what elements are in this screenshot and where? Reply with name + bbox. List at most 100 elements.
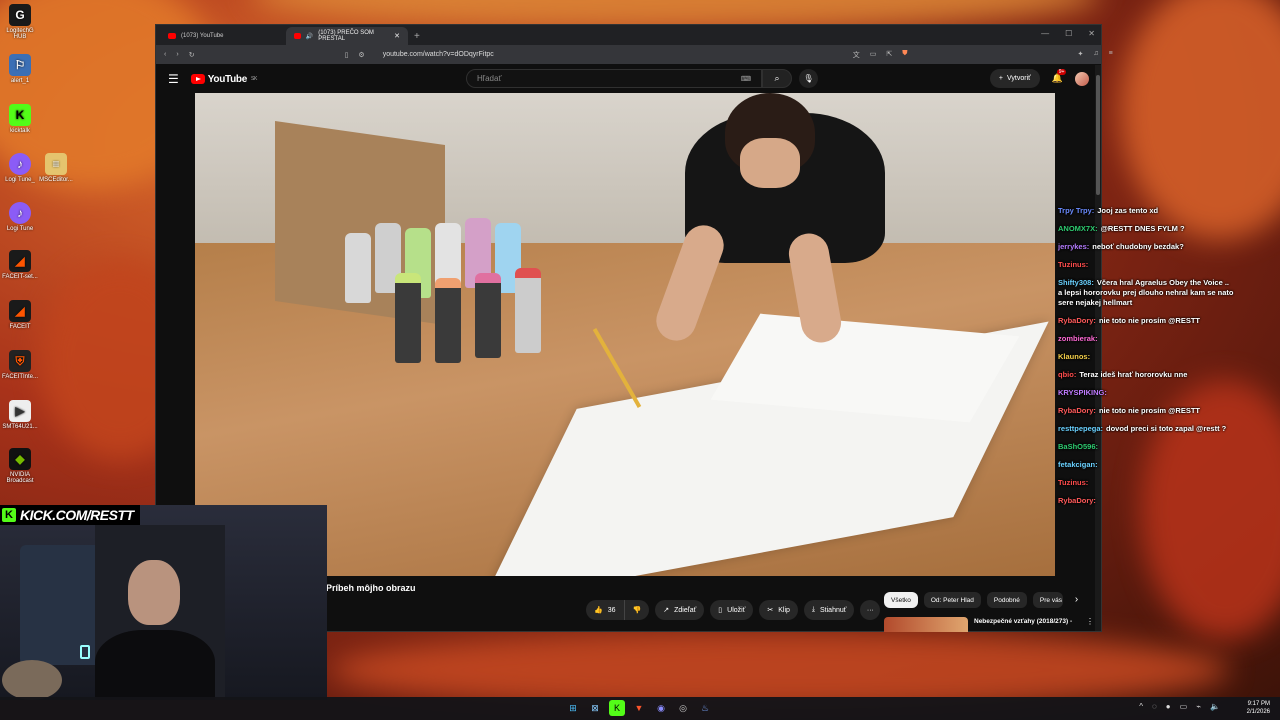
create-button[interactable]: + Vytvoriť [989,69,1040,88]
more-vert-icon[interactable]: ⋮ [1086,617,1094,632]
steam-icon[interactable]: ♨ [697,700,713,716]
chat-username[interactable]: Shifty308: [1058,278,1094,287]
chat-username[interactable]: resttpepega: [1058,424,1103,433]
back-icon[interactable]: ‹ [164,51,166,58]
tab-youtube-home[interactable]: (1073) YouTube [160,27,282,45]
windows-start-icon[interactable]: ⊞ [565,700,581,716]
display-icon[interactable]: ▭ [1180,702,1188,711]
mic-tray-icon[interactable]: ● [1166,702,1171,711]
forward-icon[interactable]: › [176,51,178,58]
chevron-right-icon[interactable]: › [1075,592,1078,608]
avatar[interactable] [1075,71,1089,86]
obs-icon[interactable]: ◎ [675,700,691,716]
volume-icon[interactable]: 🔈 [1210,702,1220,711]
desktop-icon-logitune-2[interactable]: ♪ Logi Tune [0,202,40,232]
bookmark-icon[interactable]: ▯ [345,51,349,59]
tab-video[interactable]: 🔊 (1073) PREČO SOM PRESTAL ✕ [286,27,408,45]
chevron-up-icon[interactable]: ^ [1139,702,1143,711]
desktop-icon-logitech[interactable]: G LogitechG HUB [0,4,40,40]
chat-username[interactable]: BaShO596: [1058,442,1098,451]
desktop-icon-logitune-1[interactable]: ♪ Logi Tune_ [0,153,40,183]
brave-shield-icon[interactable]: ⛊ [902,50,907,60]
chat-message: fetakcigan: [1058,460,1234,470]
desktop-icon-label: LogitechG HUB [6,28,34,40]
discord-icon[interactable]: ◉ [653,700,669,716]
kick-taskbar-icon[interactable]: K [609,700,625,716]
hamburger-menu-icon[interactable]: ☰ [168,72,179,86]
logitune-icon: ♪ [9,202,31,224]
desktop-icon-faceit-ac[interactable]: ⛨ FACEITInte... [0,350,40,380]
dislike-button[interactable]: 👎 [624,600,650,620]
reload-icon[interactable]: ↻ [189,51,195,59]
share-button[interactable]: ↗ Zdieľať [655,600,705,620]
desktop-icon-kicktalk[interactable]: K kicktalk [0,104,40,134]
taskbar-clock[interactable]: 9:17 PM 2/1/2026 [1247,700,1270,716]
chat-username[interactable]: RybaDory: [1058,316,1096,325]
brave-browser-icon[interactable]: ▼ [631,700,647,716]
notifications-button[interactable]: 🔔 9+ [1052,69,1067,84]
notification-badge: 9+ [1056,69,1067,75]
extensions-icon[interactable]: ✦ [1077,50,1083,60]
video-player[interactable] [195,93,1055,576]
clip-button[interactable]: ✂ Klip [759,600,798,620]
download-button[interactable]: ⤓ Stiahnuť [803,600,855,620]
network-icon[interactable]: ⌁ [1196,702,1201,711]
chat-username[interactable]: jerrykes: [1058,242,1089,251]
menu-icon[interactable]: ≡ [1109,50,1113,60]
new-tab-button[interactable]: + [414,31,420,42]
chat-username[interactable]: Klaunos: [1058,352,1090,361]
wifi-icon[interactable]: ◌ [1152,702,1157,711]
chip-related[interactable]: Podobné [986,592,1027,608]
chip-for-you[interactable]: Pre vás [1032,592,1063,608]
save-button[interactable]: ▯ Uložiť [710,600,754,620]
chat-username[interactable]: KRYSPIKING: [1058,388,1107,397]
share-icon[interactable]: ⇱ [886,50,892,60]
keyboard-icon[interactable]: ⌨ [741,75,751,83]
desktop-icon-faceit[interactable]: ◢ FACEIT [0,300,40,330]
desktop-icon-nvidia[interactable]: ◆ NVIDIA Broadcast [0,448,40,484]
media-icon[interactable]: ♫ [1093,50,1098,60]
desktop-icon-faceit-setup[interactable]: ◢ FACEIT-set... [0,250,40,280]
chat-username[interactable]: Tuzinus: [1058,260,1088,269]
search-input[interactable]: Hľadať ⌨ [466,69,762,88]
recommended-video[interactable]: Nebezpečné vzťahy (2018/273) - Rohatá mr… [884,617,1094,632]
voice-search-button[interactable]: 🎙 [799,69,818,88]
desktop-icon-smt[interactable]: ▶ SMT64U21... [0,400,40,430]
chip-from-channel[interactable]: Od: Peter Hlad [923,592,981,608]
recommended-title[interactable]: Nebezpečné vzťahy (2018/273) - Rohatá mr… [974,617,1080,627]
reader-icon[interactable]: ▭ [870,50,877,60]
chat-username[interactable]: qbio: [1058,370,1076,379]
more-actions-button[interactable]: ··· [860,600,881,620]
search-button[interactable]: ⌕ [762,69,792,88]
recommended-thumbnail[interactable] [884,617,968,632]
desktop-icon-alert[interactable]: ⚐ alert_1 [0,54,40,84]
chat-message: RybaDory: nie toto nie prosím @RESTT [1058,316,1234,326]
minimize-icon[interactable]: — [1041,29,1049,38]
chat-username[interactable]: ANOMX7X: [1058,224,1098,233]
maximize-icon[interactable]: ☐ [1065,29,1072,38]
chat-username[interactable]: RybaDory: [1058,496,1096,505]
close-tab-icon[interactable]: ✕ [394,32,400,40]
like-button[interactable]: 👍 36 [586,600,625,620]
desktop-icon-msceditor[interactable]: ≡ MSCEditor... [36,153,76,183]
chat-username[interactable]: zombierak: [1058,334,1098,343]
chat-username[interactable]: RybaDory: [1058,406,1096,415]
logitune-icon: ♪ [9,153,31,175]
url-field[interactable]: youtube.com/watch?v=dODqyrFitpc [383,51,843,58]
chat-message: qbio: Teraz ideš hrať hororovku nne [1058,370,1234,380]
chat-username[interactable]: fetakcigan: [1058,460,1098,469]
chip-all[interactable]: Všetko [884,592,918,608]
chat-username[interactable]: Trpy Trpy: [1058,206,1094,215]
translate-icon[interactable]: 文 [853,50,860,60]
close-window-icon[interactable]: ✕ [1088,29,1095,38]
youtube-logo[interactable]: YouTube SK [190,74,257,85]
scrollbar-thumb[interactable] [1096,75,1100,195]
site-info-icon[interactable]: ⚙ [358,51,364,59]
chat-message: ANOMX7X: @RESTT DNES FYLM ? [1058,224,1234,234]
more-horiz-icon: ··· [866,606,874,614]
window-controls: — ☐ ✕ [1041,29,1095,38]
chat-username[interactable]: Tuzinus: [1058,478,1088,487]
xbox-icon[interactable]: ⊠ [587,700,603,716]
desktop-icon-label: FACEIT-set... [2,274,38,280]
share-label: Zdieľať [674,606,697,614]
